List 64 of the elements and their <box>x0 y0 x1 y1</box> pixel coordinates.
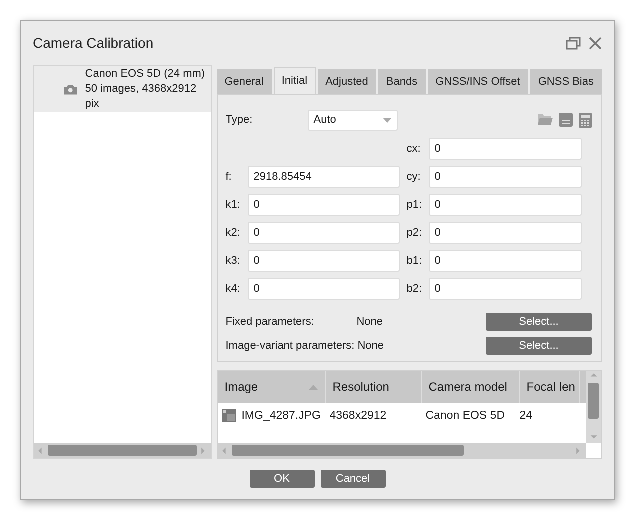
scroll-left-icon[interactable] <box>37 446 45 456</box>
parameter-label: cy: <box>406 171 422 183</box>
scroll-left-icon[interactable] <box>220 446 229 456</box>
parameter-label: k1: <box>226 199 242 211</box>
parameter-label: f: <box>226 171 233 183</box>
column-header[interactable]: Image <box>218 370 326 403</box>
type-label: Type: <box>226 114 254 126</box>
option-label: Fixed parameters: <box>226 316 316 328</box>
tab[interactable]: Initial <box>274 67 316 94</box>
parameter-label: k2: <box>226 227 242 239</box>
option-value: None <box>358 340 384 352</box>
tab[interactable]: Bands <box>378 69 426 94</box>
horizontal-scrollbar[interactable] <box>34 443 211 458</box>
table-cell: IMG_4287.JPG <box>218 409 326 422</box>
parameter-field[interactable]: 2918.85454 <box>248 166 400 188</box>
save-icon[interactable] <box>559 112 573 126</box>
table-cell-text: 4368x2912 <box>328 410 388 422</box>
table-cell-text: 24 <box>520 410 534 422</box>
parameter-field[interactable]: 0 <box>428 166 582 188</box>
close-icon[interactable] <box>589 36 602 50</box>
calculator-icon[interactable] <box>579 112 592 128</box>
option-value: None <box>356 316 384 328</box>
select-button[interactable]: Select... <box>486 312 592 330</box>
caret-icon <box>382 118 392 122</box>
tab[interactable]: GNSS Bias <box>530 69 602 94</box>
parameter-field[interactable]: 0 <box>428 250 582 272</box>
parameter-label: k3: <box>226 255 242 267</box>
option-label: Image-variant parameters: <box>226 340 355 352</box>
column-header[interactable]: Focal len <box>520 370 580 403</box>
restore-icon[interactable] <box>566 36 581 50</box>
sort-icon <box>308 384 318 390</box>
parameter-label: k4: <box>226 283 242 295</box>
parameter-label: cx: <box>406 143 422 155</box>
parameter-field[interactable]: 0 <box>428 278 582 300</box>
parameter-field[interactable]: 0 <box>428 194 582 216</box>
select-button[interactable]: Select... <box>486 336 592 354</box>
parameter-field[interactable]: 0 <box>428 222 582 244</box>
parameter-label: b2: <box>406 283 424 295</box>
window-title: Camera Calibration <box>33 35 155 51</box>
parameter-field[interactable]: 0 <box>248 278 400 300</box>
table-cell-text: Canon EOS 5D <box>424 410 506 422</box>
column-header[interactable]: Camera model <box>422 370 520 403</box>
parameter-field[interactable]: 0 <box>248 222 400 244</box>
folder-icon[interactable] <box>538 112 553 124</box>
camera-icon <box>64 84 78 94</box>
parameter-field[interactable]: 0 <box>248 250 400 272</box>
tab[interactable]: GNSS/INS Offset <box>428 69 528 94</box>
parameter-field[interactable]: 0 <box>248 194 400 216</box>
tab[interactable]: General <box>216 69 272 94</box>
camera-details: 50 images, 4368x2912 pix <box>85 82 198 112</box>
vertical-scrollbar[interactable] <box>586 370 601 443</box>
parameter-label: b1: <box>406 255 424 267</box>
tab[interactable]: Adjusted <box>318 69 376 94</box>
dialog-button[interactable]: OK <box>250 470 314 488</box>
parameter-label: p2: <box>406 227 424 239</box>
horizontal-scrollbar[interactable] <box>218 443 586 458</box>
camera-name: Canon EOS 5D (24 mm) <box>85 66 206 82</box>
parameter-field[interactable]: 0 <box>428 138 582 160</box>
type-dropdown[interactable]: Auto <box>308 110 398 130</box>
parameter-label: p1: <box>406 199 424 211</box>
camera-item[interactable]: Canon EOS 5D (24 mm) 50 images, 4368x2912 pix <box>34 66 211 112</box>
image-icon <box>222 409 236 422</box>
dialog-button[interactable]: Cancel <box>320 470 386 488</box>
column-header[interactable]: Resolution <box>326 370 422 403</box>
